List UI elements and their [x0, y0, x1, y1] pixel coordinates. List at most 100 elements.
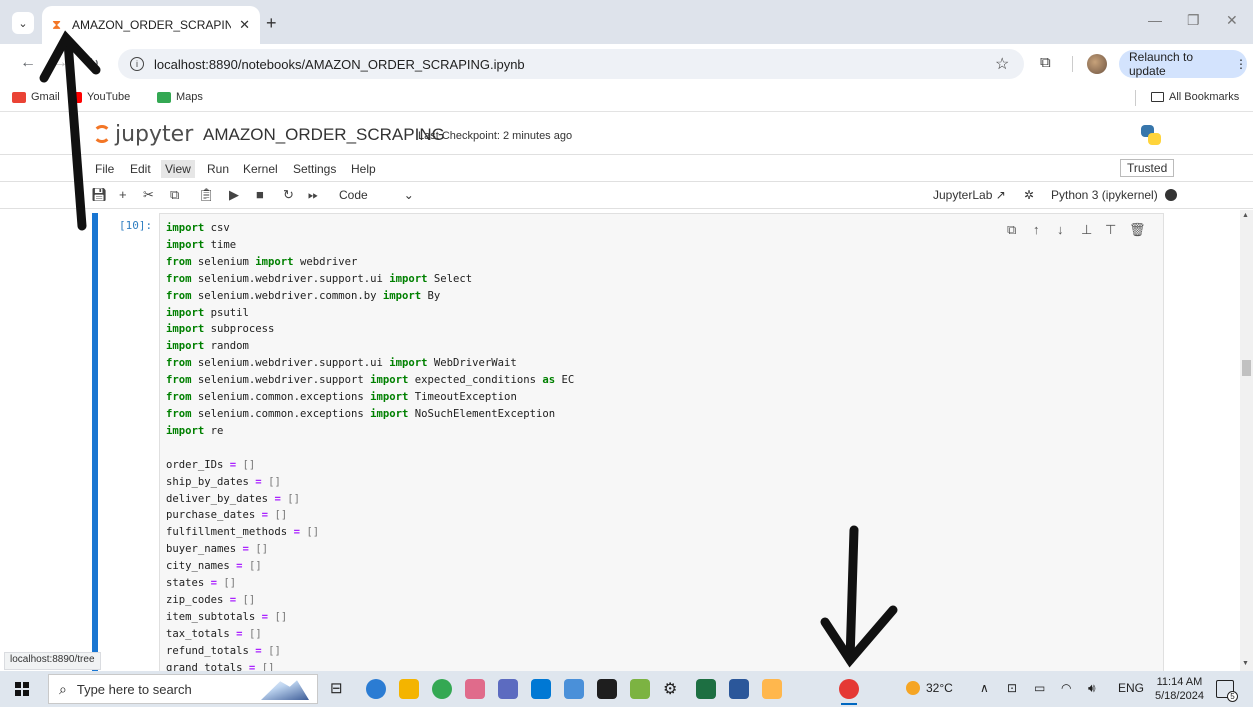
- code-token: NoSuchElementException: [408, 407, 556, 420]
- scroll-thumb[interactable]: [1242, 360, 1251, 376]
- all-bookmarks[interactable]: All Bookmarks: [1151, 91, 1239, 103]
- code-token: import: [382, 289, 422, 302]
- weather-widget[interactable]: 32°C: [906, 681, 953, 695]
- duplicate-cell-icon[interactable]: ⧉: [1007, 222, 1016, 238]
- notification-center-icon[interactable]: 5: [1216, 680, 1238, 702]
- code-token: selenium: [191, 255, 256, 268]
- move-down-icon[interactable]: ↓: [1057, 222, 1064, 237]
- extensions-icon[interactable]: ⧉: [1040, 54, 1051, 71]
- terminal-icon[interactable]: [597, 679, 617, 699]
- chevron-up-icon[interactable]: ∧: [980, 681, 989, 695]
- code-line: purchase_dates = []: [166, 507, 574, 524]
- menu-kernel[interactable]: Kernel: [239, 160, 282, 178]
- move-up-icon[interactable]: ↑: [1033, 222, 1040, 237]
- notebook-name[interactable]: AMAZON_ORDER_SCRAPING: [203, 125, 445, 145]
- reload-icon[interactable]: ↻: [86, 54, 99, 74]
- wifi-icon[interactable]: ◠: [1061, 681, 1071, 695]
- close-icon[interactable]: ✕: [239, 17, 250, 33]
- code-token: city_names: [166, 560, 237, 573]
- code-token: []: [255, 661, 275, 671]
- bug-icon[interactable]: ✲: [1024, 188, 1034, 202]
- menu-help[interactable]: Help: [347, 160, 380, 178]
- restart-icon[interactable]: ↻: [283, 187, 294, 203]
- insert-above-icon[interactable]: ⊥: [1081, 222, 1092, 238]
- vscode-icon[interactable]: [531, 679, 551, 699]
- menu-file[interactable]: File: [91, 160, 118, 178]
- jupyterlab-link[interactable]: JupyterLab ↗: [933, 188, 1006, 202]
- jupyter-logo[interactable]: jupyter: [93, 122, 193, 147]
- scroll-down-icon[interactable]: ▼: [1242, 660, 1249, 667]
- add-cell-icon[interactable]: +: [119, 187, 127, 202]
- code-token: import: [370, 407, 409, 420]
- trusted-badge[interactable]: Trusted: [1120, 159, 1175, 177]
- battery-icon[interactable]: ▭: [1034, 681, 1045, 695]
- relaunch-button[interactable]: Relaunch to update ⋮: [1119, 50, 1247, 78]
- kernel-name[interactable]: Python 3 (ipykernel): [1051, 188, 1158, 202]
- bookmark-star-icon[interactable]: ☆: [995, 54, 1009, 74]
- menu-edit[interactable]: Edit: [126, 160, 155, 178]
- meet-now-icon[interactable]: ⊡: [1007, 681, 1017, 695]
- scroll-up-icon[interactable]: ▲: [1242, 212, 1249, 219]
- vertical-scrollbar[interactable]: ▲ ▼: [1240, 210, 1253, 671]
- forward-arrow-icon[interactable]: →: [52, 54, 68, 72]
- minimize-icon[interactable]: —: [1148, 12, 1162, 28]
- calculator-icon[interactable]: [498, 679, 518, 699]
- edge-icon[interactable]: [366, 679, 386, 699]
- profile-avatar[interactable]: [1087, 54, 1107, 74]
- more-menu-icon[interactable]: ⋮: [1235, 57, 1247, 71]
- chrome-canary-icon[interactable]: [432, 679, 452, 699]
- run-icon[interactable]: ▶: [229, 187, 239, 203]
- language-indicator[interactable]: ENG: [1118, 681, 1144, 695]
- restore-icon[interactable]: ❐: [1187, 12, 1200, 29]
- cut-icon[interactable]: ✂: [143, 187, 154, 203]
- stop-icon[interactable]: ■: [256, 187, 264, 202]
- code-line: deliver_by_dates = []: [166, 491, 574, 508]
- code-token: selenium.webdriver.support: [191, 374, 371, 387]
- cell-type-select[interactable]: Code ⌄: [339, 188, 414, 202]
- code-cell-editor[interactable]: import csv import time from selenium impor…: [159, 213, 1164, 671]
- delete-cell-icon[interactable]: 🗑︎: [1129, 222, 1146, 238]
- save-icon[interactable]: 💾︎: [91, 187, 108, 203]
- address-bar[interactable]: i localhost:8890/notebooks/AMAZON_ORDER_…: [118, 49, 1024, 79]
- bookmark-youtube[interactable]: YouTube: [68, 91, 130, 103]
- code-token: []: [242, 560, 262, 573]
- file-explorer-icon[interactable]: [399, 679, 419, 699]
- site-info-icon[interactable]: i: [130, 57, 144, 71]
- anaconda-icon[interactable]: [630, 679, 650, 699]
- hourglass-icon: ⧗: [52, 17, 62, 32]
- folder-icon: [1151, 92, 1164, 102]
- chrome-icon[interactable]: [839, 679, 859, 705]
- window-close-icon[interactable]: ✕: [1226, 12, 1238, 29]
- code-token: TimeoutException: [408, 391, 517, 404]
- menu-settings[interactable]: Settings: [289, 160, 340, 178]
- code-token: from: [166, 357, 192, 370]
- tab-search-button[interactable]: ⌄: [12, 12, 34, 34]
- code-token: []: [261, 475, 281, 488]
- code-token: time: [204, 238, 237, 251]
- taskbar-search[interactable]: ⌕ Type here to search: [48, 674, 318, 704]
- paste-icon[interactable]: 📋︎: [198, 187, 215, 203]
- task-view-icon[interactable]: ⊟: [330, 679, 350, 699]
- bookmark-gmail[interactable]: Gmail: [12, 91, 60, 103]
- menu-run[interactable]: Run: [203, 160, 233, 178]
- snipping-tool-icon[interactable]: [465, 679, 485, 699]
- clock[interactable]: 11:14 AM 5/18/2024: [1155, 675, 1204, 703]
- settings-gear-icon[interactable]: ⚙: [663, 679, 683, 699]
- code-token: csv: [204, 222, 230, 234]
- fast-forward-icon[interactable]: ⏩︎: [308, 187, 318, 203]
- cell-collapser[interactable]: [92, 213, 98, 671]
- volume-icon[interactable]: 🔊︎: [1088, 681, 1096, 696]
- paint-icon[interactable]: [762, 679, 782, 699]
- new-tab-button[interactable]: +: [266, 13, 277, 34]
- word-icon[interactable]: [729, 679, 749, 699]
- excel-icon[interactable]: [696, 679, 716, 699]
- insert-below-icon[interactable]: ⊤: [1105, 222, 1116, 238]
- menu-view[interactable]: View: [161, 160, 195, 178]
- back-arrow-icon[interactable]: ←: [20, 54, 36, 72]
- copy-icon[interactable]: ⧉: [170, 187, 179, 203]
- browser-tab[interactable]: ⧗ AMAZON_ORDER_SCRAPING ✕: [42, 6, 260, 44]
- bookmark-maps[interactable]: Maps: [157, 91, 203, 103]
- windows-start-icon[interactable]: [15, 682, 29, 696]
- app-icon[interactable]: [564, 679, 584, 699]
- code-token: []: [268, 610, 288, 623]
